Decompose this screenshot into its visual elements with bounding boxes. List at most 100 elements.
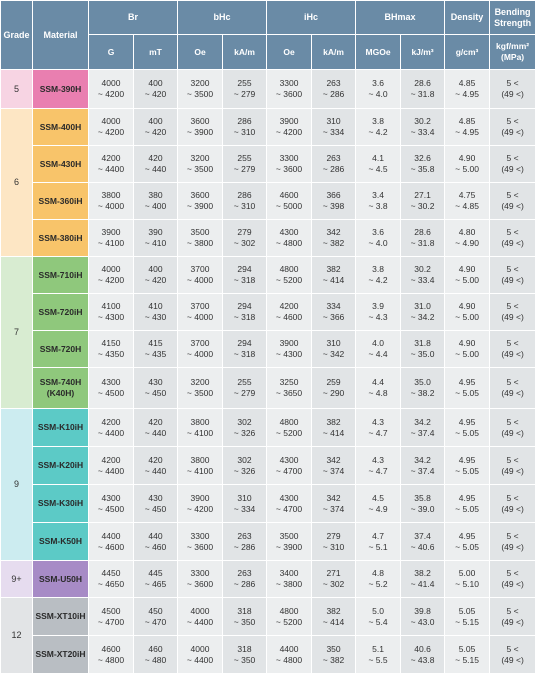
value-cell-bh-mgoe: 3.6 ~ 4.0 — [356, 220, 401, 257]
unit-ihc-ka: kA/m — [312, 35, 356, 70]
value-cell-br-mt: 430 ~ 450 — [134, 485, 178, 523]
value-cell-bending: 5 < (49 <) — [490, 70, 535, 109]
value-cell-br-g: 4450 ~ 4650 — [89, 561, 134, 598]
value-cell-bhc-ka: 255 ~ 279 — [223, 146, 267, 183]
value-cell-br-g: 4000 ~ 4200 — [89, 109, 134, 146]
value-cell-bhc-oe: 3300 ~ 3600 — [178, 523, 223, 561]
material-cell: SSM-430H — [33, 146, 89, 183]
value-cell-bhc-ka: 302 ~ 326 — [223, 447, 267, 485]
value-cell-bh-kj: 32.6 ~ 35.8 — [401, 146, 445, 183]
value-cell-bhc-ka: 294 ~ 318 — [223, 331, 267, 368]
table-row: SSM-360iH3800 ~ 4000380 ~ 4003600 ~ 3900… — [1, 183, 535, 220]
value-cell-density: 4.80 ~ 4.90 — [445, 220, 490, 257]
unit-br-g: G — [89, 35, 134, 70]
value-cell-bh-kj: 30.2 ~ 33.4 — [401, 257, 445, 294]
value-cell-ihc-ka: 310 ~ 334 — [312, 109, 356, 146]
value-cell-density: 4.95 ~ 5.05 — [445, 409, 490, 447]
header-ihc: iHc — [267, 1, 356, 35]
value-cell-bh-mgoe: 5.1 ~ 5.5 — [356, 636, 401, 674]
value-cell-ihc-ka: 382 ~ 414 — [312, 598, 356, 636]
value-cell-br-mt: 450 ~ 470 — [134, 598, 178, 636]
table-body: 5SSM-390H4000 ~ 4200400 ~ 4203200 ~ 3500… — [1, 70, 535, 674]
value-cell-bh-kj: 37.4 ~ 40.6 — [401, 523, 445, 561]
value-cell-bh-kj: 35.8 ~ 39.0 — [401, 485, 445, 523]
header-br: Br — [89, 1, 178, 35]
table-row: 9SSM-K10iH4200 ~ 4400420 ~ 4403800 ~ 410… — [1, 409, 535, 447]
value-cell-bhc-oe: 3600 ~ 3900 — [178, 183, 223, 220]
value-cell-bh-kj: 28.6 ~ 31.8 — [401, 70, 445, 109]
grade-cell: 12 — [1, 598, 33, 674]
value-cell-br-mt: 445 ~ 465 — [134, 561, 178, 598]
value-cell-ihc-ka: 263 ~ 286 — [312, 70, 356, 109]
value-cell-bhc-ka: 255 ~ 279 — [223, 70, 267, 109]
value-cell-br-mt: 400 ~ 420 — [134, 257, 178, 294]
header-grade: Grade — [1, 1, 33, 70]
value-cell-br-g: 4000 ~ 4200 — [89, 70, 134, 109]
value-cell-ihc-ka: 279 ~ 310 — [312, 523, 356, 561]
value-cell-bh-kj: 28.6 ~ 31.8 — [401, 220, 445, 257]
value-cell-bh-mgoe: 4.3 ~ 4.7 — [356, 447, 401, 485]
value-cell-bending: 5 < (49 <) — [490, 636, 535, 674]
value-cell-br-g: 4200 ~ 4400 — [89, 447, 134, 485]
value-cell-density: 5.00 ~ 5.10 — [445, 561, 490, 598]
value-cell-bh-mgoe: 3.4 ~ 3.8 — [356, 183, 401, 220]
value-cell-ihc-oe: 4800 ~ 5200 — [267, 409, 312, 447]
value-cell-bh-mgoe: 4.3 ~ 4.7 — [356, 409, 401, 447]
value-cell-bhc-oe: 3600 ~ 3900 — [178, 109, 223, 146]
value-cell-bending: 5 < (49 <) — [490, 183, 535, 220]
value-cell-ihc-oe: 3300 ~ 3600 — [267, 70, 312, 109]
value-cell-br-mt: 390 ~ 410 — [134, 220, 178, 257]
value-cell-density: 5.05 ~ 5.15 — [445, 636, 490, 674]
table-row: 6SSM-400H4000 ~ 4200400 ~ 4203600 ~ 3900… — [1, 109, 535, 146]
value-cell-bhc-oe: 3200 ~ 3500 — [178, 368, 223, 409]
value-cell-ihc-ka: 342 ~ 374 — [312, 447, 356, 485]
grade-cell: 9 — [1, 409, 33, 561]
value-cell-ihc-ka: 382 ~ 414 — [312, 257, 356, 294]
value-cell-br-mt: 420 ~ 440 — [134, 409, 178, 447]
value-cell-ihc-ka: 382 ~ 414 — [312, 409, 356, 447]
value-cell-ihc-oe: 4300 ~ 4700 — [267, 447, 312, 485]
value-cell-bhc-oe: 3700 ~ 4000 — [178, 331, 223, 368]
unit-bhmax-mgoe: MGOe — [356, 35, 401, 70]
header-bending-strength: Bending Strength — [490, 1, 535, 35]
value-cell-br-g: 3900 ~ 4100 — [89, 220, 134, 257]
value-cell-ihc-oe: 3900 ~ 4300 — [267, 331, 312, 368]
unit-bending: kgf/mm² (MPa) — [490, 35, 535, 70]
table-row: SSM-740H (K40H)4300 ~ 4500430 ~ 4503200 … — [1, 368, 535, 409]
value-cell-bh-kj: 40.6 ~ 43.8 — [401, 636, 445, 674]
value-cell-bhc-oe: 3900 ~ 4200 — [178, 485, 223, 523]
value-cell-bhc-oe: 3500 ~ 3800 — [178, 220, 223, 257]
value-cell-ihc-ka: 334 ~ 366 — [312, 294, 356, 331]
value-cell-bending: 5 < (49 <) — [490, 523, 535, 561]
value-cell-ihc-oe: 4800 ~ 5200 — [267, 257, 312, 294]
value-cell-bh-mgoe: 4.0 ~ 4.4 — [356, 331, 401, 368]
value-cell-br-g: 4500 ~ 4700 — [89, 598, 134, 636]
header-bhmax: BHmax — [356, 1, 445, 35]
value-cell-bending: 5 < (49 <) — [490, 368, 535, 409]
value-cell-bh-mgoe: 4.8 ~ 5.2 — [356, 561, 401, 598]
value-cell-br-g: 4600 ~ 4800 — [89, 636, 134, 674]
material-cell: SSM-720iH — [33, 294, 89, 331]
value-cell-bhc-ka: 302 ~ 326 — [223, 409, 267, 447]
value-cell-bending: 5 < (49 <) — [490, 109, 535, 146]
material-cell: SSM-U50H — [33, 561, 89, 598]
value-cell-br-mt: 430 ~ 450 — [134, 368, 178, 409]
value-cell-ihc-ka: 366 ~ 398 — [312, 183, 356, 220]
value-cell-bhc-oe: 3300 ~ 3600 — [178, 561, 223, 598]
value-cell-br-g: 4300 ~ 4500 — [89, 485, 134, 523]
value-cell-bhc-ka: 310 ~ 334 — [223, 485, 267, 523]
value-cell-ihc-ka: 271 ~ 302 — [312, 561, 356, 598]
value-cell-bhc-oe: 3200 ~ 3500 — [178, 70, 223, 109]
value-cell-bh-kj: 35.0 ~ 38.2 — [401, 368, 445, 409]
value-cell-bhc-ka: 255 ~ 279 — [223, 368, 267, 409]
unit-ihc-oe: Oe — [267, 35, 312, 70]
grade-cell: 7 — [1, 257, 33, 409]
value-cell-bh-mgoe: 3.6 ~ 4.0 — [356, 70, 401, 109]
value-cell-bh-mgoe: 4.4 ~ 4.8 — [356, 368, 401, 409]
value-cell-bending: 5 < (49 <) — [490, 485, 535, 523]
material-cell: SSM-390H — [33, 70, 89, 109]
table-row: SSM-K30iH4300 ~ 4500430 ~ 4503900 ~ 4200… — [1, 485, 535, 523]
value-cell-density: 4.90 ~ 5.00 — [445, 146, 490, 183]
table-row: SSM-720H4150 ~ 4350415 ~ 4353700 ~ 40002… — [1, 331, 535, 368]
value-cell-density: 5.05 ~ 5.15 — [445, 598, 490, 636]
